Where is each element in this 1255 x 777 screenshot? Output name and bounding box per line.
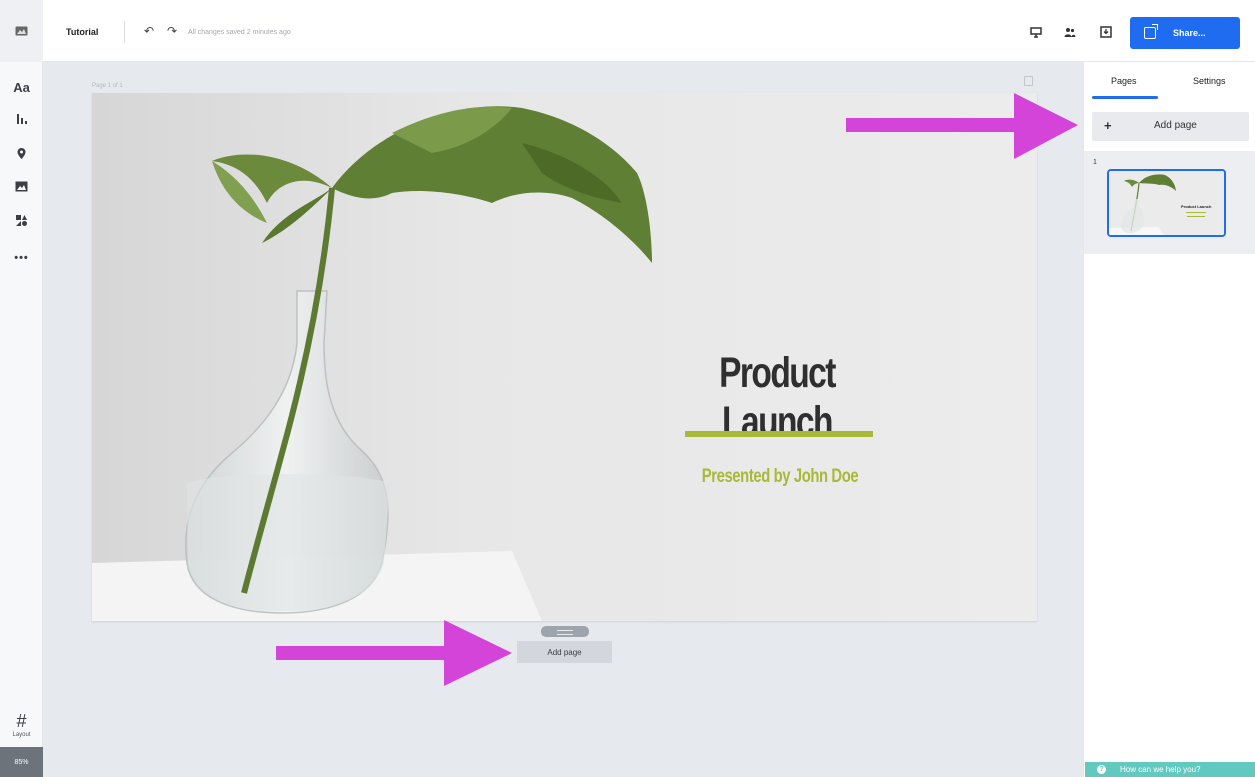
slide-subtitle[interactable]: Presented by John Doe xyxy=(688,466,872,488)
copy-icon[interactable] xyxy=(1024,76,1033,86)
download-button[interactable] xyxy=(1097,23,1115,41)
layout-button[interactable]: # Layout xyxy=(0,712,43,738)
thumbnail-title: Product Launch xyxy=(1181,204,1212,209)
text-icon: Aa xyxy=(13,79,30,95)
page-list: 1 Product Launch xyxy=(1084,151,1255,254)
more-tools-button[interactable]: ••• xyxy=(0,243,43,273)
page-resize-handle[interactable] xyxy=(541,626,589,637)
page-thumbnail[interactable]: Product Launch xyxy=(1107,169,1226,237)
more-icon: ••• xyxy=(14,252,29,264)
shapes-tool-button[interactable] xyxy=(0,205,43,235)
add-page-button-bottom[interactable]: Add page xyxy=(517,641,612,663)
image-tool-button[interactable] xyxy=(0,171,43,201)
save-status: All changes saved 2 minutes ago xyxy=(188,29,291,36)
undo-icon: ↶ xyxy=(144,24,155,38)
download-icon xyxy=(1100,26,1112,38)
left-toolbar: Aa ••• # Layout 85% xyxy=(0,0,43,777)
undo-button[interactable]: ↶ xyxy=(144,24,154,38)
add-page-button-panel[interactable]: + Add page xyxy=(1092,112,1249,141)
plus-icon: + xyxy=(1104,118,1112,133)
map-tool-button[interactable] xyxy=(0,138,43,168)
tab-pages[interactable]: Pages xyxy=(1111,76,1137,86)
chart-tool-button[interactable] xyxy=(0,104,43,134)
shapes-icon xyxy=(16,214,27,226)
slide-canvas[interactable]: Product Launch Presented by John Doe xyxy=(92,93,1037,621)
toolbar-divider xyxy=(124,21,125,43)
text-tool-button[interactable]: Aa xyxy=(0,72,43,102)
redo-icon: ↷ xyxy=(167,24,178,38)
share-label: Share... xyxy=(1173,28,1206,38)
share-button[interactable]: Share... xyxy=(1130,17,1240,49)
chart-icon xyxy=(16,114,27,124)
page-number: 1 xyxy=(1093,159,1097,166)
redo-button[interactable]: ↷ xyxy=(167,24,177,38)
thumbnail-photo xyxy=(1109,171,1224,235)
active-tab-indicator xyxy=(1092,96,1158,99)
help-button[interactable]: ? How can we help you? xyxy=(1085,762,1255,777)
right-panel: Pages Settings + Add page 1 Product Laun… xyxy=(1083,62,1255,777)
slide-photo xyxy=(92,93,1037,621)
photo-icon xyxy=(15,26,28,36)
top-bar: Tutorial ↶ ↷ All changes saved 2 minutes… xyxy=(43,0,1255,62)
present-button[interactable] xyxy=(1027,23,1045,41)
help-label: How can we help you? xyxy=(1120,765,1201,774)
add-page-label: Add page xyxy=(1154,120,1197,131)
map-pin-icon xyxy=(17,147,26,159)
zoom-level[interactable]: 85% xyxy=(0,747,43,777)
document-title[interactable]: Tutorial xyxy=(66,27,98,37)
page-indicator: Page 1 of 1 xyxy=(92,83,123,89)
help-icon: ? xyxy=(1097,765,1106,774)
share-icon xyxy=(1144,24,1158,39)
layout-label: Layout xyxy=(12,732,31,738)
annotation-arrow-bottom xyxy=(276,620,512,686)
slide-divider[interactable] xyxy=(685,431,873,437)
thumbnail-subtitle xyxy=(1187,216,1205,217)
collaborators-icon xyxy=(1064,28,1076,37)
annotation-arrow-top xyxy=(846,93,1078,159)
grid-icon: # xyxy=(16,711,27,731)
tab-settings[interactable]: Settings xyxy=(1193,76,1226,86)
present-icon xyxy=(1030,26,1042,38)
collaborators-button[interactable] xyxy=(1061,23,1079,41)
home-button[interactable] xyxy=(0,0,43,62)
thumbnail-divider xyxy=(1186,212,1206,213)
image-icon xyxy=(15,181,28,191)
